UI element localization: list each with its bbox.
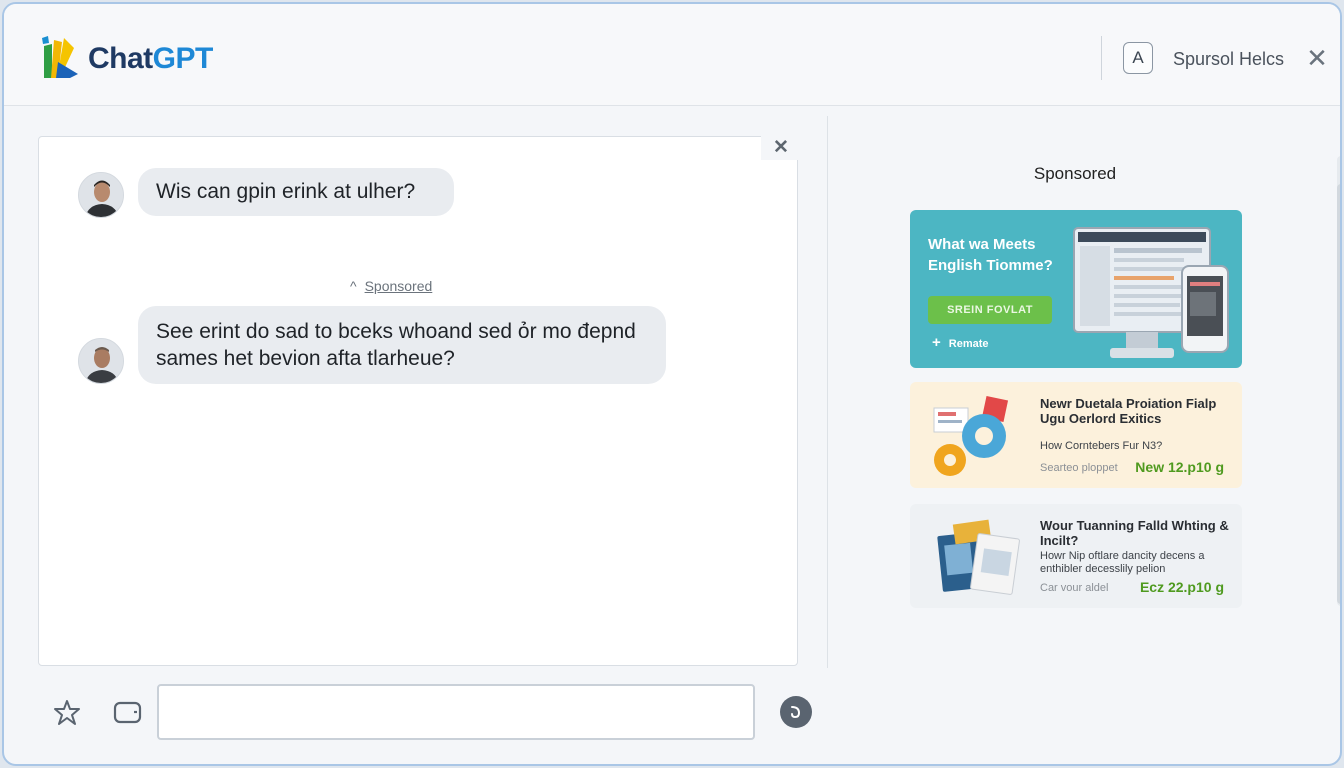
sponsored-ad-2[interactable]: Newr Duetala Proiation Fialp Ugu Oerlord… bbox=[910, 382, 1242, 488]
ad-sponsor: Car vour aldel bbox=[1040, 582, 1109, 594]
message-input[interactable] bbox=[157, 684, 755, 740]
assistant-avatar-icon bbox=[79, 339, 123, 383]
ad-footer-text: Remate bbox=[948, 338, 989, 350]
sidebar-scroll-thumb[interactable] bbox=[1337, 184, 1340, 604]
booklets-illustration-icon bbox=[937, 519, 1020, 595]
avatar bbox=[78, 172, 124, 218]
ad-price: New 12.p10 g bbox=[1135, 459, 1224, 475]
avatar bbox=[78, 338, 124, 384]
brand-part-2: GPT bbox=[152, 42, 214, 75]
sparkle-tool-icon[interactable] bbox=[51, 697, 83, 729]
chevron-up-icon: ^ bbox=[350, 278, 357, 294]
brand-name[interactable]: ChatGPT bbox=[88, 42, 213, 76]
ad-sponsor: Searteo ploppet bbox=[1040, 462, 1118, 474]
sponsored-text: Sponsored bbox=[364, 278, 433, 294]
user-avatar-icon bbox=[79, 173, 123, 217]
message-bubble-assistant: See erint do sad to bceks whoand sed ỏr … bbox=[138, 306, 666, 384]
sidebar-title: Sponsored bbox=[1033, 164, 1117, 183]
chatgpt-logo-icon bbox=[42, 36, 78, 78]
app-window: ChatGPT A Spursol Helcs ✕ ✕ Wis can gpin… bbox=[2, 2, 1342, 766]
send-button[interactable] bbox=[780, 696, 812, 728]
help-link[interactable]: Spursol Helcs bbox=[1173, 49, 1284, 70]
send-icon bbox=[791, 706, 801, 719]
message-line-1: See erint do sad to bceks whoand sed ỏr … bbox=[156, 320, 636, 343]
ad-headline: Wour Tuanning Falld Whting & Incilt? bbox=[1040, 518, 1229, 548]
gears-illustration-icon bbox=[933, 395, 1009, 476]
panel-divider bbox=[827, 116, 828, 668]
sponsored-ad-3[interactable]: Wour Tuanning Falld Whting & Incilt? How… bbox=[910, 504, 1242, 608]
account-button[interactable]: A bbox=[1123, 42, 1153, 74]
chat-close-button[interactable]: ✕ bbox=[761, 134, 801, 160]
ad-description: Howr Nip oftlare dancity decens a enthib… bbox=[1040, 550, 1205, 575]
message-text: Wis can gpin erink at ulher? bbox=[156, 180, 416, 203]
sponsored-ad-1[interactable]: What wa Meets English Tiomme? SREIN FOVL… bbox=[910, 210, 1242, 368]
ad-price: Ecz 22.p10 g bbox=[1139, 579, 1224, 595]
speech-tool-icon[interactable] bbox=[112, 698, 144, 728]
ad-description: How Corntebers Fur N3? bbox=[1040, 440, 1163, 452]
devices-illustration-icon bbox=[1073, 227, 1229, 358]
message-line-2: sames het bevion afta tlarheue? bbox=[156, 347, 455, 370]
message-bubble-user: Wis can gpin erink at ulher? bbox=[138, 168, 454, 216]
sponsored-label[interactable]: ^ Sponsored bbox=[350, 278, 432, 294]
top-bar: ChatGPT A Spursol Helcs ✕ bbox=[4, 4, 1340, 106]
ad-headline: Newr Duetala Proiation Fialp Ugu Oerlord… bbox=[1040, 396, 1217, 426]
header-divider bbox=[1101, 36, 1102, 80]
brand-part-1: Chat bbox=[88, 42, 153, 75]
close-window-button[interactable]: ✕ bbox=[1304, 42, 1330, 74]
ad-cta-button[interactable]: SREIN FOVLAT bbox=[928, 296, 1052, 324]
ad-headline: What wa Meets English Tiomme? bbox=[928, 236, 1053, 274]
ad-footer[interactable]: + Remate bbox=[932, 334, 989, 351]
plus-icon: + bbox=[932, 334, 941, 351]
